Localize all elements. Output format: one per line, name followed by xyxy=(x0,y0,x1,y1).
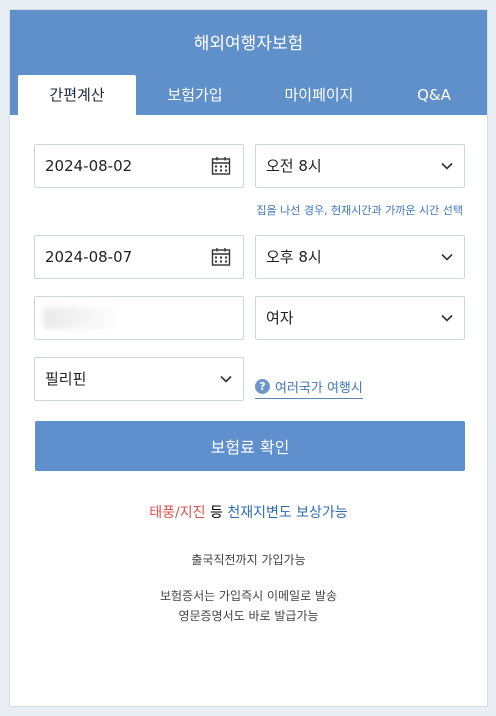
confirm-premium-button[interactable]: 보험료 확인 xyxy=(35,421,465,471)
start-date-input[interactable]: 2024-08-02 xyxy=(34,144,244,188)
promo-red: 태풍/지진 xyxy=(149,505,206,521)
country-value: 필리핀 xyxy=(45,370,87,388)
header: 해외여행자보험 간편계산 보험가입 마이페이지 Q&A xyxy=(10,10,487,115)
start-time-value: 오전 8시 xyxy=(266,157,322,175)
chevron-down-icon xyxy=(441,162,453,170)
country-select[interactable]: 필리핀 xyxy=(34,357,244,401)
note-english-certificate: 영문증명서도 바로 발급가능 xyxy=(178,609,319,623)
note-certificate-email: 보험증서는 가입즉시 이메일로 발송 xyxy=(159,589,338,603)
end-date-value: 2024-08-07 xyxy=(45,248,133,266)
tab-quick-calc[interactable]: 간편계산 xyxy=(18,75,136,115)
chevron-down-icon xyxy=(220,375,232,383)
multi-country-label: 여러국가 여행시 xyxy=(275,380,363,396)
start-time-select[interactable]: 오전 8시 xyxy=(255,144,465,188)
end-date-input[interactable]: 2024-08-07 xyxy=(34,235,244,279)
promo-blue: 천재지변도 보상가능 xyxy=(227,505,348,521)
end-time-select[interactable]: 오후 8시 xyxy=(255,235,465,279)
promo-mid: 등 xyxy=(205,505,228,521)
start-date-value: 2024-08-02 xyxy=(45,157,133,175)
promo-text: 태풍/지진 등 천재지변도 보상가능 xyxy=(10,502,487,522)
insurance-calc-card: 해외여행자보험 간편계산 보험가입 마이페이지 Q&A 2024-08-02 오… xyxy=(9,9,488,707)
chevron-down-icon xyxy=(441,253,453,261)
question-icon: ? xyxy=(255,378,270,394)
tab-my-page[interactable]: 마이페이지 xyxy=(254,75,384,115)
time-hint: 집을 나선 경우, 현재시간과 가까운 시간 선택 xyxy=(256,204,463,217)
page-title: 해외여행자보험 xyxy=(193,34,304,54)
tab-insurance-join[interactable]: 보험가입 xyxy=(136,75,254,115)
chevron-down-icon xyxy=(441,314,453,322)
gender-value: 여자 xyxy=(266,309,294,327)
end-time-value: 오후 8시 xyxy=(266,248,322,266)
birthdate-input[interactable] xyxy=(34,296,244,340)
note-join-until-departure: 출국직전까지 가입가능 xyxy=(191,553,306,567)
gender-select[interactable]: 여자 xyxy=(255,296,465,340)
tab-qna[interactable]: Q&A xyxy=(384,75,484,115)
multi-country-link[interactable]: ? 여러국가 여행시 xyxy=(255,374,363,399)
redacted-value xyxy=(43,307,123,329)
calendar-icon[interactable] xyxy=(211,247,231,267)
calendar-icon[interactable] xyxy=(211,156,231,176)
